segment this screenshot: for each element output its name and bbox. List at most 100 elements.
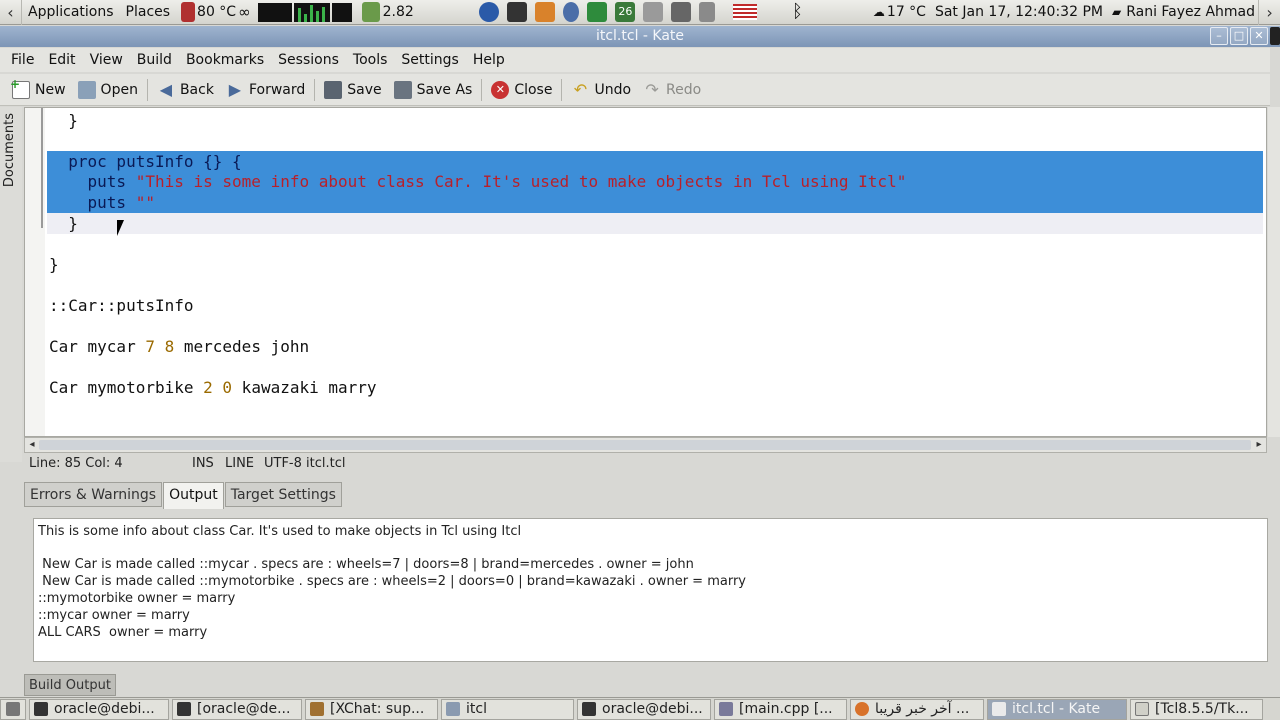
forward-button[interactable]: ▶ Forward [220, 76, 311, 104]
tab-errors-warnings[interactable]: Errors & Warnings [24, 482, 163, 507]
selection-mode[interactable]: LINE [225, 455, 254, 473]
globe-icon[interactable] [479, 2, 500, 22]
close-button[interactable]: ✕ Close [485, 76, 558, 104]
undo-button[interactable]: ↶ Undo [565, 76, 637, 104]
code-number: 7 [145, 337, 155, 356]
task-label: [main.cpp [... [739, 701, 833, 717]
task-button[interactable]: itcl [441, 698, 574, 720]
task-label: oracle@debi... [602, 701, 703, 717]
task-button[interactable]: [XChat: sup... [305, 698, 438, 720]
new-label: New [35, 81, 66, 98]
cpu-temp: 80 °C [197, 4, 237, 20]
applications-menu[interactable]: Applications [22, 0, 120, 25]
volume-icon[interactable] [671, 2, 692, 22]
save-as-label: Save As [416, 81, 473, 98]
task-button[interactable]: [Tcl8.5.5/Tk... [1130, 698, 1263, 720]
build-output-button[interactable]: Build Output [24, 674, 116, 696]
cpu-temp-widget: 80 °C ∞ [176, 0, 254, 25]
new-button[interactable]: + New [6, 76, 72, 104]
kate-icon [992, 702, 1006, 716]
menu-bookmarks[interactable]: Bookmarks [179, 52, 271, 68]
save-disk-icon [324, 80, 343, 99]
code-number: 8 [164, 337, 175, 356]
save-as-button[interactable]: Save As [388, 76, 479, 104]
side-panel: Documents [0, 107, 22, 462]
us-flag-icon[interactable] [733, 4, 758, 20]
menu-view[interactable]: View [83, 52, 130, 68]
scrollbar-thumb[interactable] [39, 440, 1251, 450]
maximize-button[interactable]: □ [1230, 27, 1248, 45]
weather-widget[interactable]: ☁ 17 °C [870, 0, 929, 25]
menu-edit[interactable]: Edit [41, 52, 82, 68]
forward-label: Forward [248, 81, 306, 98]
code-text: kawazaki marry [232, 378, 377, 397]
launcher-icons: 26 ᛒ [472, 0, 814, 25]
terminal-icon[interactable] [507, 2, 528, 22]
panel-right-arrow-icon[interactable]: › [1258, 0, 1280, 25]
menu-sessions[interactable]: Sessions [271, 52, 346, 68]
bluetooth-icon[interactable] [563, 2, 580, 22]
thermometer-icon [181, 2, 196, 22]
monitor-graph-memory [331, 2, 352, 22]
mouse-pointer-icon [117, 220, 124, 236]
close-icon: ✕ [491, 80, 510, 99]
code-keyword: puts [49, 193, 136, 212]
code-line: Car mymotorbike 2 0 kawazaki marry [49, 377, 377, 398]
menu-help[interactable]: Help [466, 52, 512, 68]
places-menu[interactable]: Places [120, 0, 177, 25]
task-label: itcl [466, 701, 487, 717]
code-string: "" [135, 193, 155, 212]
scroll-left-arrow-icon[interactable]: ◂ [25, 438, 39, 452]
weather-temp: 17 °C [886, 4, 926, 20]
menu-build[interactable]: Build [130, 52, 179, 68]
toolbar-separator [146, 78, 148, 101]
menu-settings[interactable]: Settings [394, 52, 465, 68]
tab-target-settings[interactable]: Target Settings [224, 482, 342, 507]
terminal-icon [582, 702, 596, 716]
bluetooth-status-icon[interactable]: ᛒ [787, 2, 807, 22]
save-button[interactable]: Save [318, 76, 387, 104]
output-panel[interactable]: This is some info about class Car. It's … [33, 518, 1268, 662]
battery-icon [361, 2, 380, 22]
code-number: 2 [203, 378, 213, 397]
code-line: puts "This is some info about class Car.… [49, 171, 907, 192]
taskbar: oracle@debi... [oracle@de... [XChat: sup… [0, 697, 1280, 720]
calendar-icon[interactable]: 26 [615, 2, 636, 22]
panel-left-arrow-icon[interactable]: ‹ [0, 0, 22, 25]
tools-icon[interactable] [535, 2, 556, 22]
clipboard-icon[interactable] [699, 2, 716, 22]
editor-vertical-scrollbar[interactable] [1268, 107, 1280, 437]
task-button-active[interactable]: itcl.tcl - Kate [987, 698, 1127, 720]
task-button[interactable]: oracle@debi... [577, 698, 711, 720]
tab-output[interactable]: Output [163, 482, 224, 509]
cpu-graph [293, 2, 330, 22]
task-button[interactable]: oracle@debi... [29, 698, 169, 720]
task-button[interactable]: آخر خبر قريبا ... [850, 698, 984, 720]
show-desktop-button[interactable] [0, 698, 26, 720]
chat-bubble-icon: ▰ [1111, 5, 1122, 19]
minimize-button[interactable]: – [1210, 27, 1228, 45]
redo-button[interactable]: ↷ Redo [637, 76, 707, 104]
output-tabs: Errors & Warnings Output Target Settings [24, 482, 343, 509]
editor-horizontal-scrollbar[interactable]: ◂ ▸ [24, 437, 1267, 453]
menu-tools[interactable]: Tools [346, 52, 395, 68]
system-monitor[interactable] [254, 0, 356, 25]
network-icon[interactable] [587, 2, 608, 22]
window-title-bar[interactable]: itcl.tcl - Kate – □ ✕ [0, 26, 1280, 47]
user-name: Rani Fayez Ahmad [1126, 4, 1256, 20]
task-button[interactable]: [main.cpp [... [714, 698, 847, 720]
back-button[interactable]: ◀ Back [151, 76, 220, 104]
documents-tab[interactable]: Documents [2, 113, 17, 187]
user-menu[interactable]: ▰ Rani Fayez Ahmad [1109, 0, 1258, 25]
close-window-button[interactable]: ✕ [1250, 27, 1268, 45]
code-line: Car mycar 7 8 mercedes john [49, 336, 309, 357]
toolbar-separator [314, 78, 316, 101]
insert-mode[interactable]: INS [192, 455, 214, 473]
clock[interactable]: Sat Jan 17, 12:40:32 PM [929, 0, 1109, 25]
lock-icon[interactable] [643, 2, 664, 22]
code-editor[interactable]: } proc putsInfo {} { puts "This is some … [24, 107, 1267, 437]
task-button[interactable]: [oracle@de... [172, 698, 302, 720]
open-button[interactable]: Open [72, 76, 144, 104]
scroll-right-arrow-icon[interactable]: ▸ [1252, 438, 1266, 452]
menu-file[interactable]: File [4, 52, 41, 68]
